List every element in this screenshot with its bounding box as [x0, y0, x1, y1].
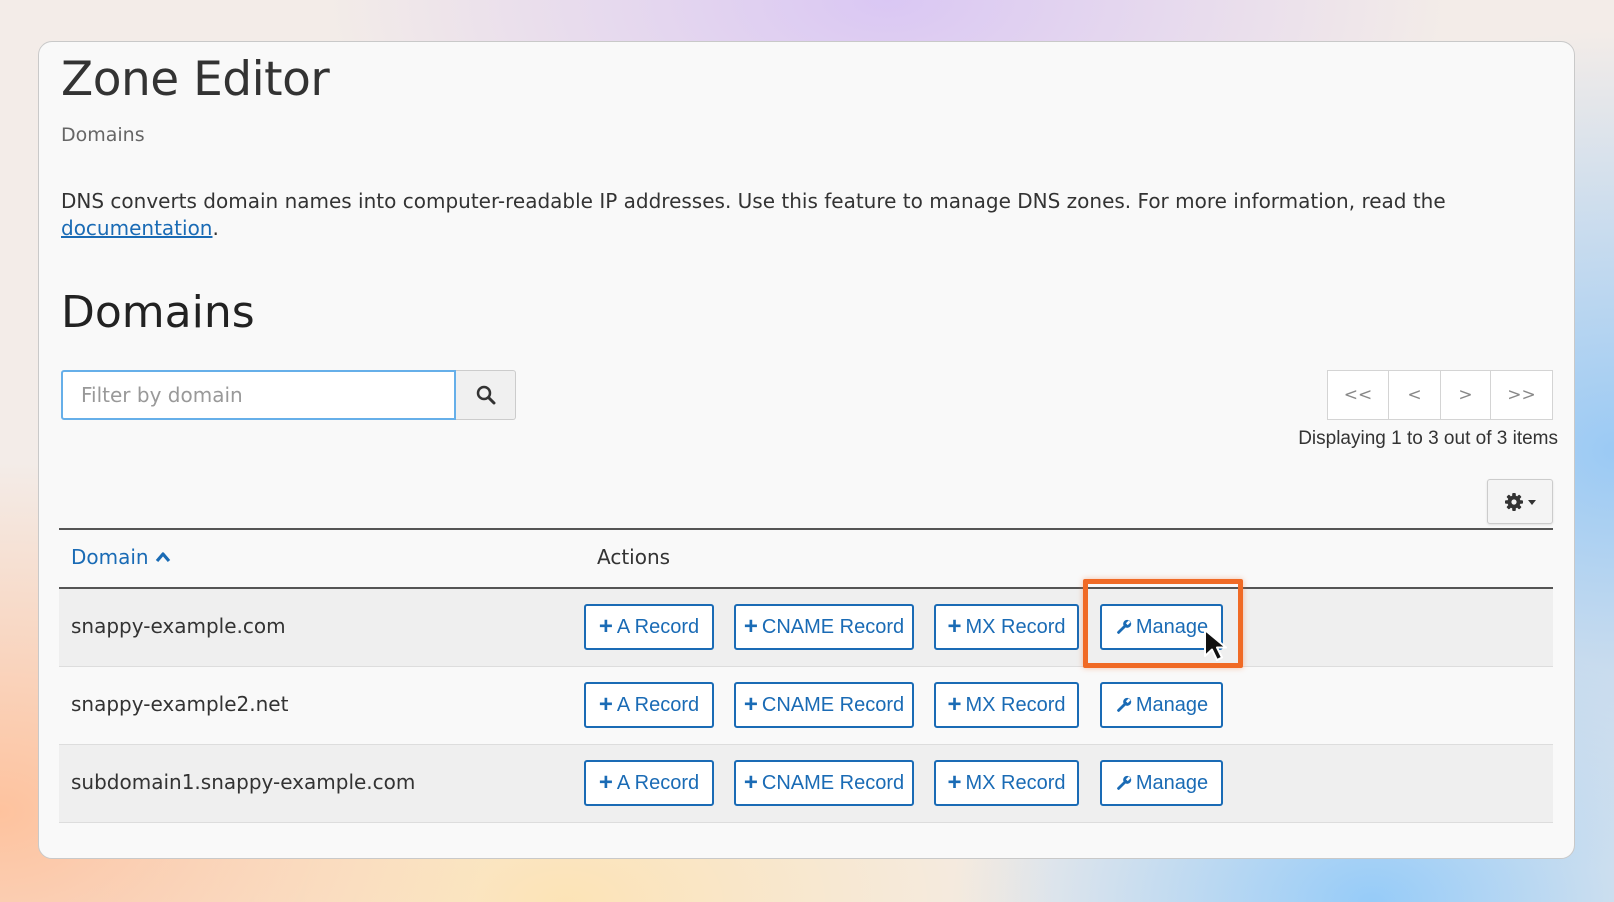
add-a-record-button[interactable]: + A Record	[584, 682, 714, 728]
filter-domain-input[interactable]	[61, 370, 456, 420]
description-text: DNS converts domain names into computer-…	[61, 189, 1446, 213]
button-label: CNAME Record	[761, 615, 905, 638]
add-cname-record-button[interactable]: + CNAME Record	[734, 682, 914, 728]
settings-dropdown-button[interactable]	[1487, 479, 1553, 524]
domain-column-header[interactable]: Domain	[71, 545, 171, 569]
domain-header-label: Domain	[71, 545, 149, 569]
actions-column-header: Actions	[597, 545, 671, 569]
documentation-link[interactable]: documentation	[61, 216, 212, 240]
wrench-icon	[1116, 697, 1132, 712]
caret-down-icon	[1527, 499, 1536, 505]
table-row: snappy-example2.net + A Record + CNAME Rec…	[59, 667, 1553, 745]
add-mx-record-button[interactable]: + MX Record	[934, 760, 1079, 806]
button-label: A Record	[616, 693, 700, 716]
button-label: MX Record	[965, 693, 1066, 716]
add-mx-record-button[interactable]: + MX Record	[934, 682, 1079, 728]
button-label: Manage	[1135, 771, 1209, 794]
domain-cell: snappy-example.com	[71, 614, 286, 638]
prev-page-button[interactable]: <	[1389, 370, 1441, 420]
add-a-record-button[interactable]: + A Record	[584, 604, 714, 650]
button-label: Manage	[1135, 615, 1209, 638]
plus-icon: +	[947, 613, 962, 640]
table-row: subdomain1.snappy-example.com + A Record …	[59, 745, 1553, 823]
add-mx-record-button[interactable]: + MX Record	[934, 604, 1079, 650]
wrench-icon	[1116, 775, 1132, 790]
search-icon	[476, 385, 495, 405]
manage-button[interactable]: Manage	[1100, 604, 1223, 650]
description-end: .	[212, 216, 219, 240]
domain-cell: subdomain1.snappy-example.com	[71, 770, 416, 794]
manage-button[interactable]: Manage	[1100, 682, 1223, 728]
plus-icon: +	[743, 691, 758, 718]
plus-icon: +	[743, 613, 758, 640]
last-page-button[interactable]: >>	[1491, 370, 1553, 420]
section-title: Domains	[61, 287, 255, 338]
plus-icon: +	[743, 769, 758, 796]
page-description: DNS converts domain names into computer-…	[61, 188, 1481, 242]
button-label: A Record	[616, 615, 700, 638]
next-page-button[interactable]: >	[1441, 370, 1491, 420]
manage-button[interactable]: Manage	[1100, 760, 1223, 806]
gear-icon	[1504, 492, 1523, 511]
search-group	[61, 370, 516, 420]
plus-icon: +	[947, 769, 962, 796]
plus-icon: +	[598, 769, 613, 796]
button-label: CNAME Record	[761, 693, 905, 716]
domains-table: Domain Actions snappy-example.com + A Rec…	[59, 528, 1553, 823]
domain-cell: snappy-example2.net	[71, 692, 289, 716]
button-label: CNAME Record	[761, 771, 905, 794]
pagination: << < > >>	[1327, 370, 1553, 420]
add-cname-record-button[interactable]: + CNAME Record	[734, 604, 914, 650]
zone-editor-card: Zone Editor Domains DNS converts domain …	[38, 41, 1575, 859]
add-cname-record-button[interactable]: + CNAME Record	[734, 760, 914, 806]
plus-icon: +	[947, 691, 962, 718]
table-header: Domain Actions	[59, 528, 1553, 589]
button-label: MX Record	[965, 771, 1066, 794]
add-a-record-button[interactable]: + A Record	[584, 760, 714, 806]
chevron-up-icon	[155, 552, 170, 563]
pagination-info: Displaying 1 to 3 out of 3 items	[1298, 428, 1558, 449]
wrench-icon	[1116, 619, 1132, 634]
table-row: snappy-example.com + A Record + CNAME Reco…	[59, 589, 1553, 667]
search-button[interactable]	[456, 370, 516, 420]
button-label: A Record	[616, 771, 700, 794]
button-label: MX Record	[965, 615, 1066, 638]
page-title: Zone Editor	[61, 52, 330, 107]
first-page-button[interactable]: <<	[1327, 370, 1389, 420]
breadcrumb: Domains	[61, 124, 145, 146]
button-label: Manage	[1135, 693, 1209, 716]
plus-icon: +	[598, 613, 613, 640]
plus-icon: +	[598, 691, 613, 718]
